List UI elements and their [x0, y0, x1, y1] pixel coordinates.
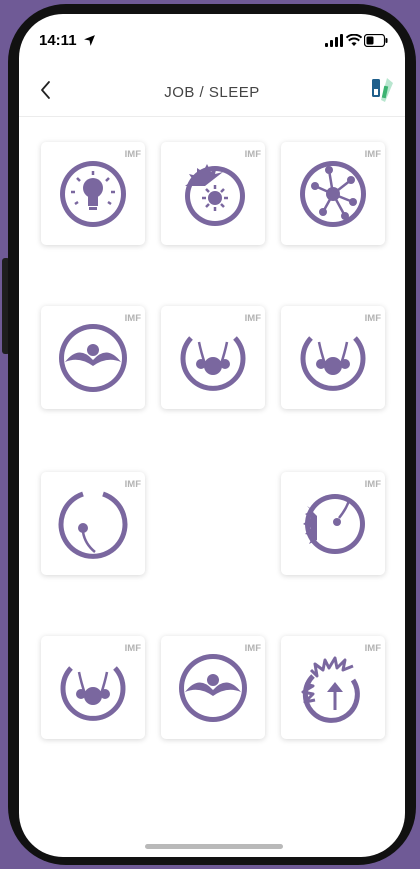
spiky-circle-drop-icon: [303, 494, 365, 554]
tile-lightbulb[interactable]: IMF: [41, 142, 145, 245]
network-nodes-icon: [300, 161, 366, 227]
status-bar: 14:11: [19, 14, 405, 64]
open-circle-drop-icon: [58, 491, 128, 559]
status-icons: [325, 34, 388, 48]
tile-network-nodes[interactable]: IMF: [281, 142, 385, 245]
tile-face-arms[interactable]: IMF: [41, 636, 145, 739]
tile-face-arms[interactable]: IMF: [161, 306, 265, 409]
remedy-grid: IMF IMF IMF IMF IMF IMF IMF IMF IMF IMF …: [19, 117, 405, 777]
battery-icon: [364, 34, 388, 47]
tile-sun-flame[interactable]: IMF: [161, 142, 265, 245]
navigation-bar: JOB / SLEEP: [19, 64, 405, 117]
tile-sun-arrow[interactable]: IMF: [281, 636, 385, 739]
lightbulb-icon: [60, 161, 126, 227]
tile-face-arms[interactable]: IMF: [281, 306, 385, 409]
mustache-circle-icon: [59, 324, 127, 392]
app-screen: 14:11 JOB / SLEEP IMF IMF IMF IMF IMF IM…: [19, 14, 405, 857]
tile-open-circle-drop[interactable]: IMF: [41, 472, 145, 575]
status-time: 14:11: [39, 32, 77, 49]
face-arms-icon: [60, 666, 126, 721]
face-arms-icon: [300, 336, 366, 391]
home-indicator[interactable]: [145, 844, 283, 849]
wifi-icon: [346, 34, 362, 46]
signal-icon: [325, 34, 343, 47]
mix-pen-icon[interactable]: [369, 76, 395, 104]
page-title: JOB / SLEEP: [164, 84, 260, 101]
sun-flame-icon: [185, 164, 245, 226]
tile-mustache-circle[interactable]: IMF: [41, 306, 145, 409]
tile-mustache-circle[interactable]: IMF: [161, 636, 265, 739]
face-arms-icon: [180, 336, 246, 391]
tile-spiky-circle-drop[interactable]: IMF: [281, 472, 385, 575]
sun-arrow-icon: [301, 656, 360, 723]
location-arrow-icon: [84, 35, 95, 46]
mustache-circle-icon: [179, 654, 247, 722]
